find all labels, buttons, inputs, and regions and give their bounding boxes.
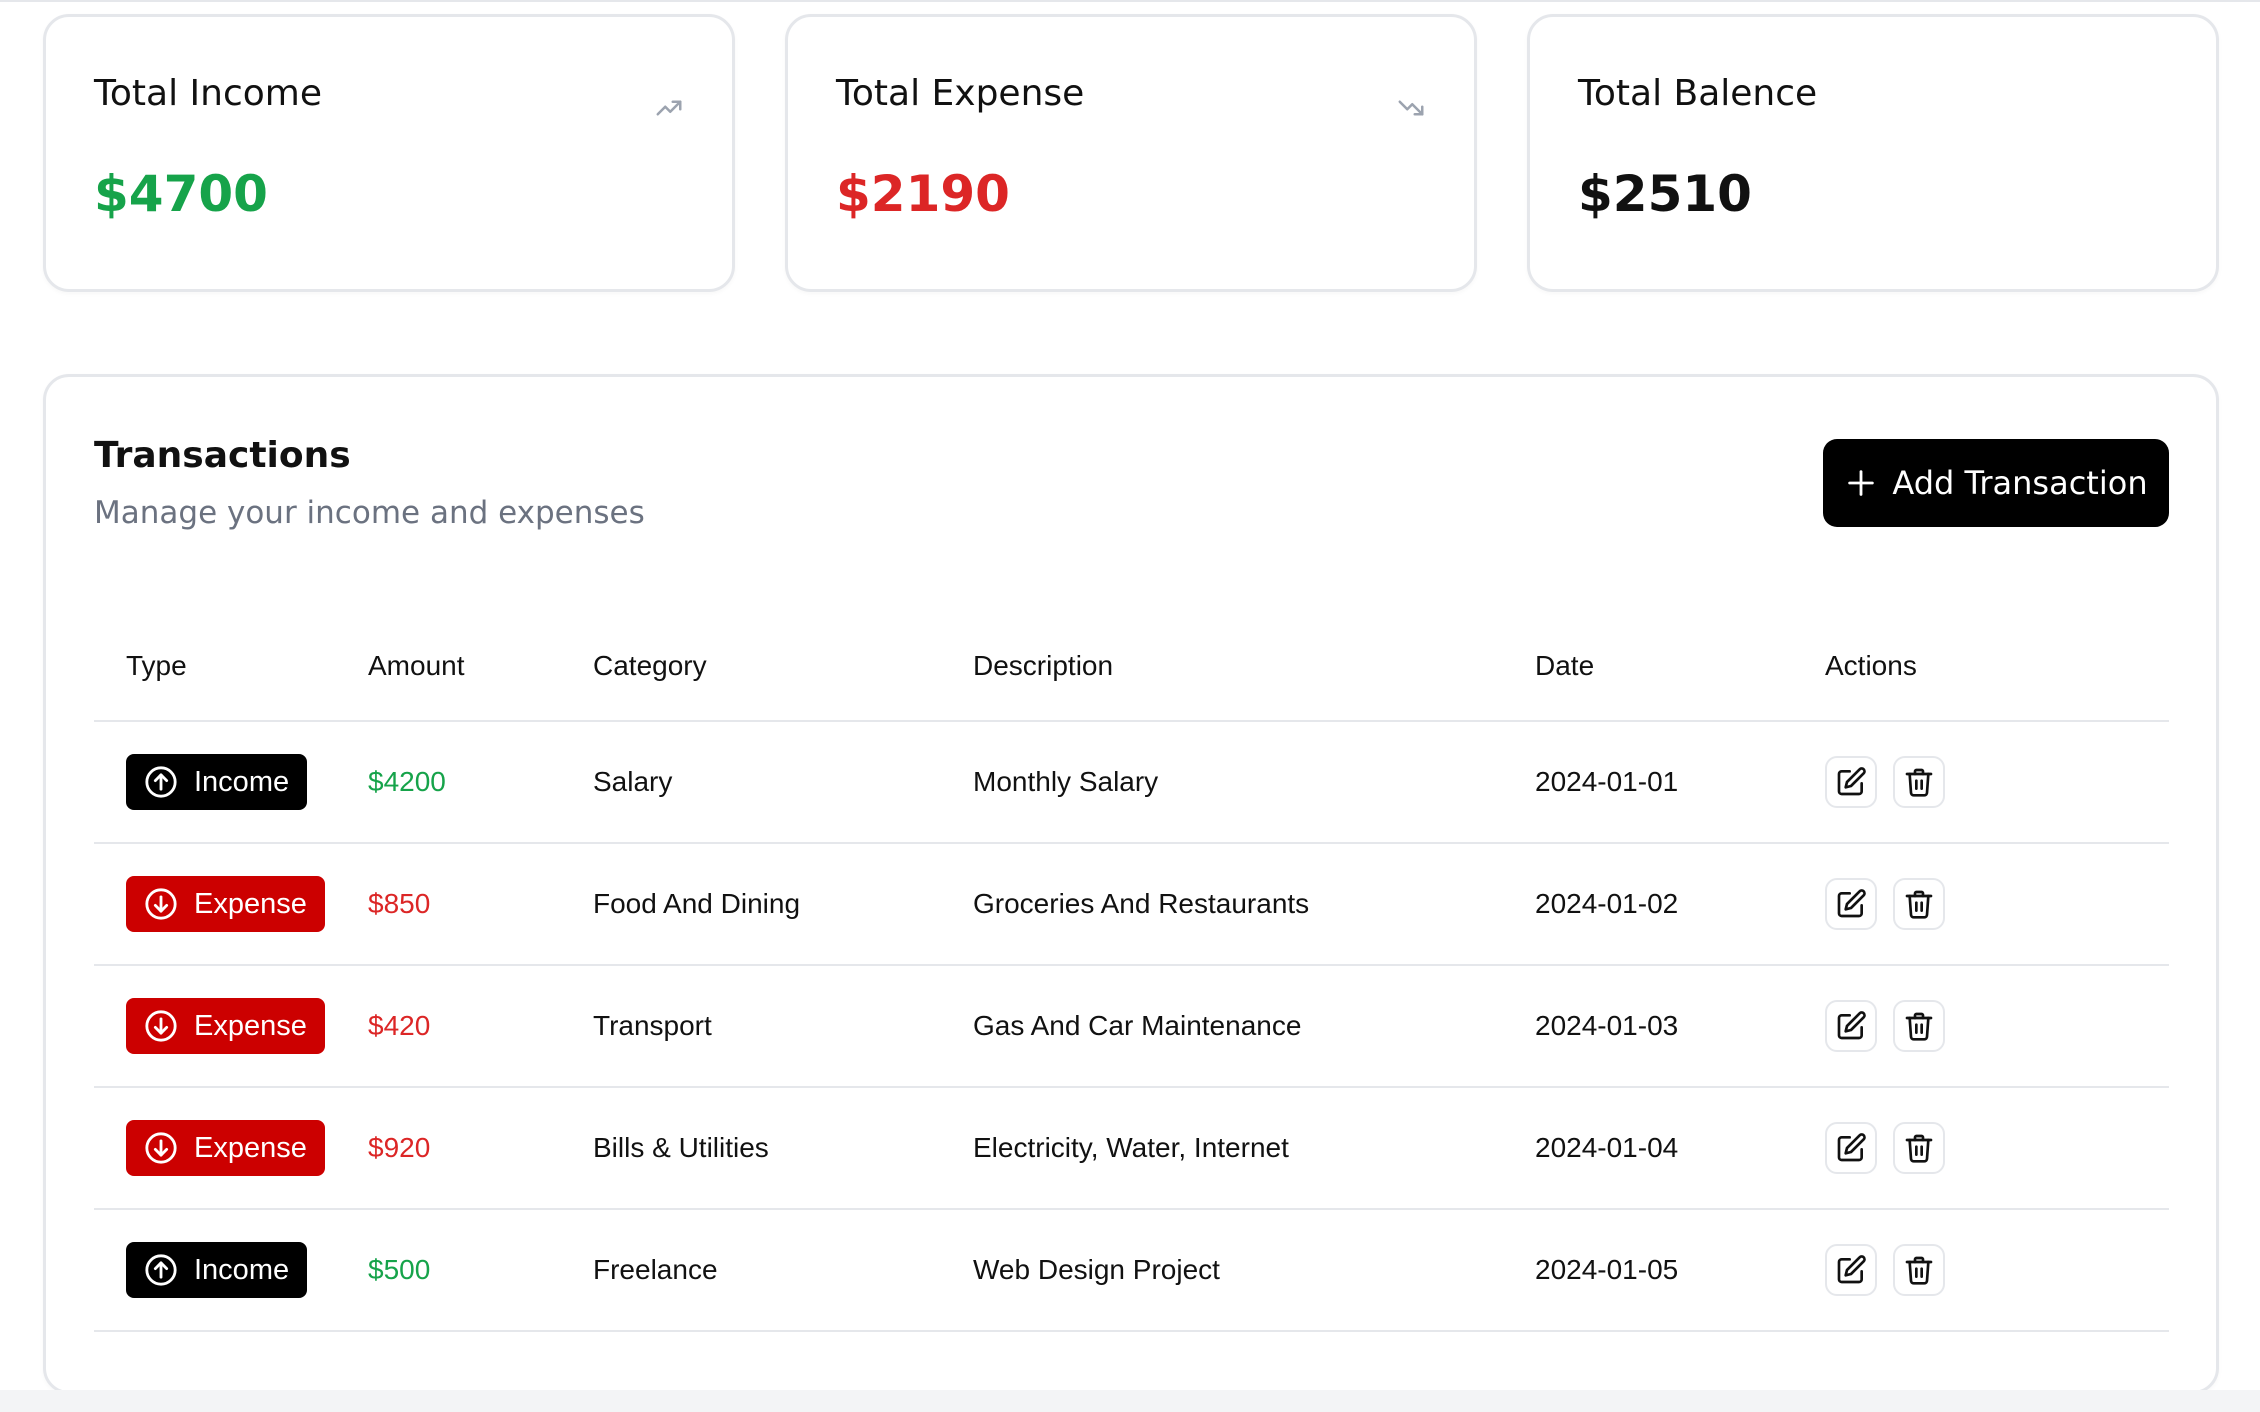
type-label: Expense [194,887,307,920]
transactions-subtitle: Manage your income and expenses [94,495,645,531]
column-header-actions: Actions [1825,611,2169,722]
total-expense-value: $2190 [836,165,1010,223]
row-actions [1825,1244,2169,1296]
column-header-date[interactable]: Date [1535,611,1825,722]
edit-icon [1837,767,1866,796]
transactions-table: Type Amount Category Description Date Ac… [94,611,2169,1332]
category-cell: Food And Dining [593,843,973,966]
category-cell: Freelance [593,1209,973,1332]
trash-icon [1905,1012,1933,1041]
add-transaction-label: Add Transaction [1892,464,2148,502]
edit-button[interactable] [1825,1244,1877,1296]
plus-icon [1848,470,1875,496]
type-badge-income: Income [126,754,308,810]
table-row: Income $4200 Salary Monthly Salary 2024-… [94,721,2169,844]
top-divider [0,0,2260,2]
total-balance-value: $2510 [1578,165,1752,223]
total-balance-card: Total Balence $2510 [1527,14,2219,292]
row-actions [1825,878,2169,930]
table-row: Expense $420 Transport Gas And Car Maint… [94,965,2169,1088]
total-expense-title: Total Expense [836,73,1085,114]
delete-button[interactable] [1893,878,1945,930]
add-transaction-button[interactable]: Add Transaction [1823,439,2169,527]
description-cell: Gas And Car Maintenance [973,965,1535,1088]
total-income-title: Total Income [94,73,322,114]
arrow-down-circle-icon [145,888,177,920]
total-income-value: $4700 [94,165,268,223]
edit-button[interactable] [1825,1122,1877,1174]
summary-cards: Total Income $4700 Total Expense $2190 T… [43,14,2219,294]
trash-icon [1905,768,1933,797]
total-expense-card: Total Expense $2190 [785,14,1477,292]
description-cell: Groceries And Restaurants [973,843,1535,966]
edit-icon [1837,1011,1866,1040]
date-cell: 2024-01-05 [1535,1209,1825,1332]
column-header-amount[interactable]: Amount [368,611,593,722]
category-cell: Bills & Utilities [593,1087,973,1210]
description-cell: Web Design Project [973,1209,1535,1332]
column-header-description[interactable]: Description [973,611,1535,722]
description-cell: Monthly Salary [973,721,1535,844]
category-cell: Transport [593,965,973,1088]
amount-cell: $500 [368,1209,593,1332]
type-label: Income [194,1253,290,1286]
total-balance-title: Total Balence [1578,73,1818,114]
date-cell: 2024-01-02 [1535,843,1825,966]
page-bottom-shade [0,1390,2260,1412]
edit-button[interactable] [1825,878,1877,930]
arrow-up-circle-icon [145,1254,177,1286]
edit-button[interactable] [1825,1000,1877,1052]
delete-button[interactable] [1893,1000,1945,1052]
type-badge-expense: Expense [126,998,325,1054]
type-badge-expense: Expense [126,1120,325,1176]
table-header-row: Type Amount Category Description Date Ac… [94,611,2169,722]
category-cell: Salary [593,721,973,844]
date-cell: 2024-01-01 [1535,721,1825,844]
transactions-title: Transactions [94,435,351,476]
delete-button[interactable] [1893,1122,1945,1174]
type-label: Income [194,765,290,798]
row-actions [1825,756,2169,808]
row-actions [1825,1122,2169,1174]
type-label: Expense [194,1009,307,1042]
arrow-up-circle-icon [145,766,177,798]
type-label: Expense [194,1131,307,1164]
amount-cell: $920 [368,1087,593,1210]
date-cell: 2024-01-04 [1535,1087,1825,1210]
table-row: Expense $920 Bills & Utilities Electrici… [94,1087,2169,1210]
delete-button[interactable] [1893,1244,1945,1296]
trash-icon [1905,1134,1933,1163]
column-header-category[interactable]: Category [593,611,973,722]
description-cell: Electricity, Water, Internet [973,1087,1535,1210]
amount-cell: $420 [368,965,593,1088]
trending-down-icon [1398,100,1424,116]
edit-button[interactable] [1825,756,1877,808]
table-row: Income $500 Freelance Web Design Project… [94,1209,2169,1332]
arrow-down-circle-icon [145,1010,177,1042]
column-header-type[interactable]: Type [94,611,368,722]
edit-icon [1837,1133,1866,1162]
type-badge-income: Income [126,1242,308,1298]
transactions-panel: Transactions Manage your income and expe… [43,374,2219,1394]
amount-cell: $4200 [368,721,593,844]
total-income-card: Total Income $4700 [43,14,735,292]
arrow-down-circle-icon [145,1132,177,1164]
trash-icon [1905,890,1933,919]
delete-button[interactable] [1893,756,1945,808]
edit-icon [1837,889,1866,918]
type-badge-expense: Expense [126,876,325,932]
row-actions [1825,1000,2169,1052]
date-cell: 2024-01-03 [1535,965,1825,1088]
amount-cell: $850 [368,843,593,966]
trending-up-icon [656,100,682,116]
table-row: Expense $850 Food And Dining Groceries A… [94,843,2169,966]
trash-icon [1905,1256,1933,1285]
edit-icon [1837,1255,1866,1284]
